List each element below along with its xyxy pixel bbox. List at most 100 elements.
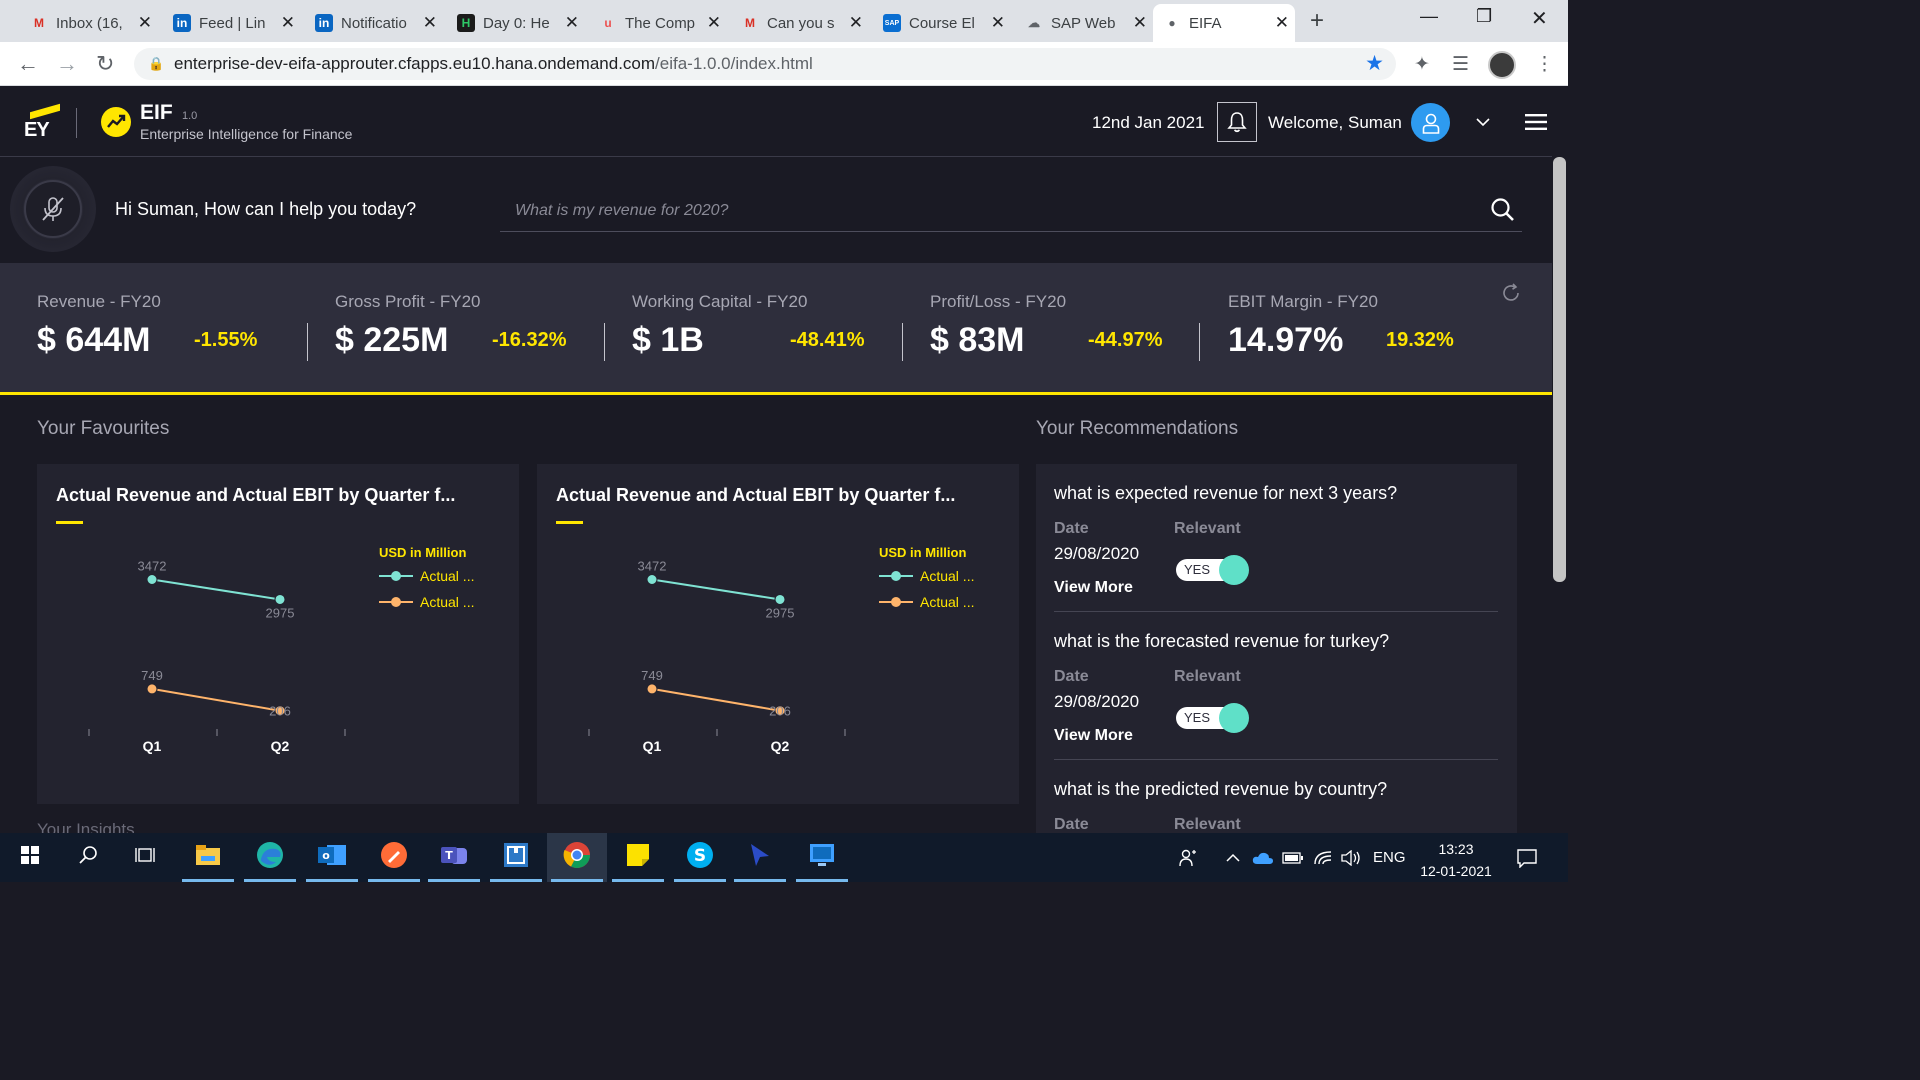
postman-taskbar-button[interactable]: [364, 833, 424, 882]
show-hidden-icons-icon[interactable]: [1225, 833, 1241, 882]
wifi-icon[interactable]: [1313, 833, 1333, 882]
browser-tab[interactable]: H Day 0: He ✕: [447, 4, 585, 42]
kpi-change: -1.55%: [194, 329, 258, 351]
favourites-title: Your Favourites: [37, 418, 170, 439]
recommendation-item[interactable]: what is the forecasted revenue for turke…: [1036, 612, 1517, 760]
favourite-card[interactable]: Actual Revenue and Actual EBIT by Quarte…: [537, 464, 1019, 804]
browser-profile-avatar[interactable]: [1488, 51, 1516, 79]
view-more-link[interactable]: View More: [1054, 727, 1133, 745]
start-taskbar-button[interactable]: [0, 833, 60, 882]
code-taskbar-button[interactable]: [486, 833, 546, 882]
close-tab-icon[interactable]: ✕: [849, 13, 863, 33]
teams-taskbar-button[interactable]: T: [424, 833, 484, 882]
browser-tab[interactable]: ● EIFA ✕: [1153, 4, 1295, 42]
running-indicator: [796, 879, 848, 882]
url-host: enterprise-dev-eifa-approuter.cfapps.eu1…: [174, 54, 656, 73]
close-tab-icon[interactable]: ✕: [1133, 13, 1147, 33]
user-menu-chevron-icon[interactable]: [1476, 114, 1490, 135]
address-bar[interactable]: 🔒 enterprise-dev-eifa-approuter.cfapps.e…: [134, 48, 1396, 80]
header-date: 12nd Jan 2021: [1092, 113, 1205, 132]
restore-button[interactable]: ❐: [1476, 6, 1492, 27]
new-tab-button[interactable]: +: [1310, 7, 1324, 35]
task-view-taskbar-button[interactable]: [116, 833, 176, 882]
close-window-button[interactable]: ✕: [1531, 6, 1548, 31]
browser-tab[interactable]: ☁ SAP Web ✕: [1015, 4, 1153, 42]
notification-center-icon[interactable]: [1516, 833, 1538, 882]
close-tab-icon[interactable]: ✕: [565, 13, 579, 33]
browser-menu-icon[interactable]: ⋮: [1535, 53, 1554, 76]
ey-logo[interactable]: EY: [0, 86, 76, 157]
browser-tab[interactable]: M Inbox (16, ✕: [20, 4, 158, 42]
file-explorer-taskbar-button[interactable]: [178, 833, 238, 882]
url-path: /eifa-1.0.0/index.html: [655, 54, 813, 73]
task-view-icon: [135, 846, 157, 869]
welcome-text: Welcome, Suman: [1268, 113, 1402, 132]
data-point: [274, 593, 286, 605]
legend-swatch-dot: [891, 571, 901, 581]
clock-date: 12-01-2021: [1420, 863, 1492, 879]
user-icon: [1422, 113, 1439, 134]
scrollbar-thumb[interactable]: [1553, 157, 1566, 582]
browser-tab[interactable]: in Feed | Lin ✕: [163, 4, 301, 42]
onedrive-icon[interactable]: [1252, 833, 1274, 882]
data-label: 206: [269, 704, 291, 719]
recommendation-item[interactable]: what is expected revenue for next 3 year…: [1036, 464, 1517, 612]
relevant-toggle[interactable]: YES: [1176, 555, 1249, 585]
minimize-button[interactable]: —: [1420, 6, 1438, 27]
browser-tab[interactable]: M Can you s ✕: [731, 4, 869, 42]
x-tick-label: Q2: [771, 738, 790, 754]
close-tab-icon[interactable]: ✕: [281, 13, 295, 33]
edge-taskbar-button[interactable]: [240, 833, 300, 882]
people-icon[interactable]: [1178, 833, 1198, 882]
data-point: [646, 574, 658, 585]
browser-tab[interactable]: SAP Course El ✕: [873, 4, 1011, 42]
battery-icon[interactable]: [1282, 833, 1304, 882]
close-tab-icon[interactable]: ✕: [991, 13, 1005, 33]
refresh-icon[interactable]: [1500, 282, 1522, 309]
browser-tab[interactable]: u The Comp ✕: [589, 4, 727, 42]
chrome-taskbar-button[interactable]: [547, 833, 607, 882]
user-avatar[interactable]: [1411, 103, 1450, 142]
remote-desktop-taskbar-button[interactable]: [792, 833, 852, 882]
close-tab-icon[interactable]: ✕: [138, 13, 152, 33]
kpi-label: Profit/Loss - FY20: [930, 292, 1067, 311]
assistant-mic-button[interactable]: [10, 166, 96, 252]
hamburger-menu-icon[interactable]: [1525, 114, 1547, 135]
series-line: [151, 687, 281, 712]
ey-logo-beam: [30, 103, 60, 120]
pointer-taskbar-button[interactable]: [730, 833, 790, 882]
skype-taskbar-button[interactable]: S: [670, 833, 730, 882]
legend-label: Actual ...: [420, 594, 474, 610]
bookmark-star-icon[interactable]: ★: [1365, 51, 1384, 76]
relevant-toggle[interactable]: YES: [1176, 703, 1249, 733]
search-taskbar-button[interactable]: [58, 833, 118, 882]
sticky-notes-taskbar-button[interactable]: [608, 833, 668, 882]
data-point: [146, 683, 158, 695]
notifications-button[interactable]: [1217, 102, 1257, 142]
forward-button[interactable]: →: [56, 51, 78, 77]
x-tick-label: Q2: [271, 738, 290, 754]
recommendation-item[interactable]: what is the predicted revenue by country…: [1036, 760, 1517, 834]
extensions-icon[interactable]: ✦: [1414, 53, 1430, 76]
relevant-label: Relevant: [1174, 520, 1241, 537]
gmail-icon: M: [34, 16, 44, 30]
back-button[interactable]: ←: [17, 51, 39, 77]
outlook-taskbar-button[interactable]: o: [302, 833, 362, 882]
volume-icon[interactable]: [1340, 833, 1362, 882]
close-tab-icon[interactable]: ✕: [423, 13, 437, 33]
system-clock[interactable]: 13:23 12-01-2021: [1418, 838, 1494, 882]
chart: Q1 Q2 3472 2975 749 206 USD in Million Actual .…: [588, 545, 974, 754]
reload-button[interactable]: ↻: [96, 51, 114, 77]
close-tab-icon[interactable]: ✕: [707, 13, 721, 33]
ask-query-input[interactable]: [500, 190, 1522, 232]
view-more-link[interactable]: View More: [1054, 579, 1133, 597]
language-indicator[interactable]: ENG: [1373, 833, 1406, 882]
relevant-label: Relevant: [1174, 668, 1241, 685]
browser-tab[interactable]: in Notificatio ✕: [305, 4, 443, 42]
media-control-icon[interactable]: ☰: [1452, 53, 1469, 76]
close-tab-icon[interactable]: ✕: [1275, 13, 1289, 33]
kpi-separator: [902, 323, 903, 361]
search-icon[interactable]: [1490, 197, 1516, 228]
kpi-change: -16.32%: [492, 329, 567, 351]
favourite-card[interactable]: Actual Revenue and Actual EBIT by Quarte…: [37, 464, 519, 804]
